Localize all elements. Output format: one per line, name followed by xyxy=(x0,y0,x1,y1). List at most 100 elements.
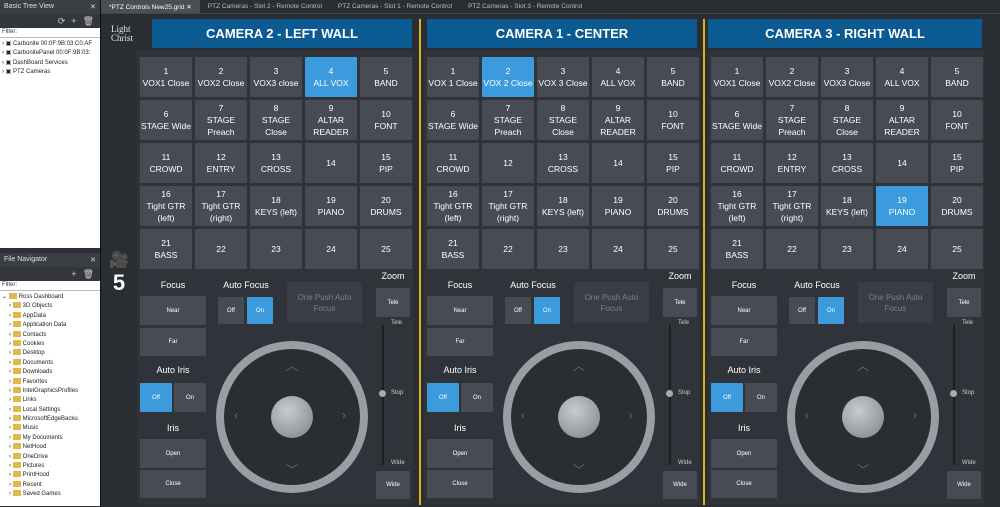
folder-item[interactable]: › Documents xyxy=(2,358,98,368)
preset-button[interactable]: 16|Tight GTR (left)16Tight GTR (left) xyxy=(427,186,479,226)
preset-button[interactable]: 9|ALTAR READER9ALTAR READER xyxy=(876,100,928,140)
iris-open-button[interactable]: Open xyxy=(427,439,493,468)
file-filter-input[interactable]: Filter: xyxy=(0,281,100,291)
preset-button[interactable]: 20|DRUMS20DRUMS xyxy=(931,186,983,226)
one-push-auto-focus-button[interactable]: One Push Auto Focus xyxy=(574,282,649,323)
preset-button[interactable]: 11|CROWD11CROWD xyxy=(140,143,192,183)
tab-2[interactable]: PTZ Cameras - Slot 1 - Remote Control xyxy=(330,0,460,13)
preset-button[interactable]: 15|PIP15PIP xyxy=(647,143,699,183)
tab-0[interactable]: *PTZ Controls New25.grid ✕ xyxy=(101,0,200,13)
zoom-tele-button[interactable]: Tele xyxy=(663,288,697,317)
folder-item[interactable]: › Downloads xyxy=(2,368,98,377)
one-push-auto-focus-button[interactable]: One Push Auto Focus xyxy=(858,282,933,323)
preset-button[interactable]: 2222 xyxy=(195,229,247,269)
folder-item[interactable]: › Desktop xyxy=(2,349,98,358)
preset-button[interactable]: 19|PIANO19PIANO xyxy=(305,186,357,226)
preset-button[interactable]: 10|FONT10FONT xyxy=(647,100,699,140)
zoom-tele-button[interactable]: Tele xyxy=(376,288,410,317)
preset-button[interactable]: 6|STAGE Wide6STAGE Wide xyxy=(427,100,479,140)
add-icon[interactable]: + xyxy=(71,16,76,26)
close-icon[interactable]: ✕ xyxy=(90,3,96,11)
tree-item[interactable]: › ▣ PTZ Cameras xyxy=(2,68,98,77)
zoom-wide-button[interactable]: Wide xyxy=(663,471,697,499)
iris-close-button[interactable]: Close xyxy=(140,470,206,498)
auto-focus-off-button[interactable]: Off xyxy=(218,297,244,324)
folder-item[interactable]: › Saved Games xyxy=(2,490,98,499)
folder-item[interactable]: › Links xyxy=(2,396,98,405)
preset-button[interactable]: 2|VOX2 Close2VOX2 Close xyxy=(195,57,247,97)
folder-item[interactable]: › OneDrive xyxy=(2,452,98,462)
preset-button[interactable]: 15|PIP15PIP xyxy=(360,143,412,183)
preset-button[interactable]: 2424 xyxy=(876,229,928,269)
preset-button[interactable]: 4|ALL VOX4ALL VOX xyxy=(876,57,928,97)
preset-button[interactable]: 2323 xyxy=(821,229,873,269)
preset-button[interactable]: 9|ALTAR READER9ALTAR READER xyxy=(305,100,357,140)
preset-button[interactable]: 8|STAGE Close8STAGE Close xyxy=(250,100,302,140)
preset-button[interactable]: 15|PIP15PIP xyxy=(931,143,983,183)
joystick-knob[interactable] xyxy=(271,396,313,438)
tab-3[interactable]: PTZ Cameras - Slot 3 - Remote Control xyxy=(460,0,590,13)
folder-item[interactable]: › Local Settings xyxy=(2,405,98,415)
focus-near-button[interactable]: Near xyxy=(427,296,493,325)
folder-item[interactable]: › MicrosoftEdgeBacku xyxy=(2,415,98,424)
folder-item[interactable]: › Contacts xyxy=(2,330,98,340)
preset-button[interactable]: 11|CROWD11CROWD xyxy=(427,143,479,183)
tree-item[interactable]: › ▣ DashBoard Services xyxy=(2,59,98,68)
preset-button[interactable]: 7|STAGE Preach7STAGE Preach xyxy=(766,100,818,140)
auto-focus-on-button[interactable]: On xyxy=(534,297,560,324)
preset-button[interactable]: 1212 xyxy=(482,143,534,183)
preset-button[interactable]: 5|BAND5BAND xyxy=(931,57,983,97)
joystick-knob[interactable] xyxy=(558,396,600,438)
pan-tilt-joystick[interactable]: ︿ ﹀ ‹ › xyxy=(503,341,655,493)
preset-button[interactable]: 4|ALL VOX4ALL VOX xyxy=(592,57,644,97)
tree-filter-input[interactable]: Filter: xyxy=(0,28,100,38)
auto-focus-on-button[interactable]: On xyxy=(818,297,844,324)
tree-item[interactable]: › ▣ CarbonitePanel 00:0F:9B:03: xyxy=(2,49,98,58)
preset-button[interactable]: 2222 xyxy=(482,229,534,269)
preset-button[interactable]: 2424 xyxy=(592,229,644,269)
auto-iris-on-button[interactable]: On xyxy=(461,383,493,412)
preset-button[interactable]: 12|ENTRY12ENTRY xyxy=(766,143,818,183)
preset-button[interactable]: 3|VOX 3 Close3VOX 3 Close xyxy=(537,57,589,97)
preset-button[interactable]: 2222 xyxy=(766,229,818,269)
preset-button[interactable]: 2323 xyxy=(537,229,589,269)
iris-open-button[interactable]: Open xyxy=(140,439,206,468)
preset-button[interactable]: 1414 xyxy=(876,143,928,183)
preset-button[interactable]: 13|CROSS13CROSS xyxy=(537,143,589,183)
folder-item[interactable]: › IntelGraphicsProfiles xyxy=(2,386,98,396)
preset-button[interactable]: 9|ALTAR READER9ALTAR READER xyxy=(592,100,644,140)
preset-button[interactable]: 18|KEYS (left)18KEYS (left) xyxy=(250,186,302,226)
folder-item[interactable]: › Application Data xyxy=(2,321,98,330)
preset-button[interactable]: 5|BAND5BAND xyxy=(647,57,699,97)
folder-item[interactable]: › NetHood xyxy=(2,443,98,452)
preset-button[interactable]: 7|STAGE Preach7STAGE Preach xyxy=(195,100,247,140)
pan-tilt-joystick[interactable]: ︿ ﹀ ‹ › xyxy=(216,341,368,493)
preset-button[interactable]: 7|STAGE Preach7STAGE Preach xyxy=(482,100,534,140)
preset-button[interactable]: 13|CROSS13CROSS xyxy=(250,143,302,183)
preset-button[interactable]: 5|BAND5BAND xyxy=(360,57,412,97)
preset-button[interactable]: 10|FONT10FONT xyxy=(360,100,412,140)
preset-button[interactable]: 18|KEYS (left)18KEYS (left) xyxy=(537,186,589,226)
iris-close-button[interactable]: Close xyxy=(711,470,777,498)
zoom-wide-button[interactable]: Wide xyxy=(947,471,981,499)
joystick-knob[interactable] xyxy=(842,396,884,438)
preset-button[interactable]: 17|Tight GTR (right)17Tight GTR (right) xyxy=(195,186,247,226)
auto-focus-on-button[interactable]: On xyxy=(247,297,273,324)
preset-button[interactable]: 21|BASS21BASS xyxy=(711,229,763,269)
zoom-slider-thumb[interactable] xyxy=(379,390,386,397)
focus-far-button[interactable]: Far xyxy=(140,328,206,356)
folder-item[interactable]: › AppData xyxy=(2,311,98,321)
preset-button[interactable]: 10|FONT10FONT xyxy=(931,100,983,140)
auto-focus-off-button[interactable]: Off xyxy=(505,297,531,324)
folder-item[interactable]: › Cookies xyxy=(2,339,98,349)
preset-button[interactable]: 20|DRUMS20DRUMS xyxy=(647,186,699,226)
folder-item[interactable]: › Pictures xyxy=(2,462,98,471)
zoom-slider-thumb[interactable] xyxy=(666,390,673,397)
delete-icon[interactable]: 🗑 xyxy=(83,269,94,279)
delete-icon[interactable]: 🗑 xyxy=(83,16,94,26)
zoom-wide-button[interactable]: Wide xyxy=(376,471,410,499)
preset-button[interactable]: 8|STAGE Close8STAGE Close xyxy=(821,100,873,140)
preset-button[interactable]: 17|Tight GTR (right)17Tight GTR (right) xyxy=(482,186,534,226)
auto-iris-off-button[interactable]: Off xyxy=(711,383,743,412)
preset-button[interactable]: 16|Tight GTR (left)16Tight GTR (left) xyxy=(711,186,763,226)
